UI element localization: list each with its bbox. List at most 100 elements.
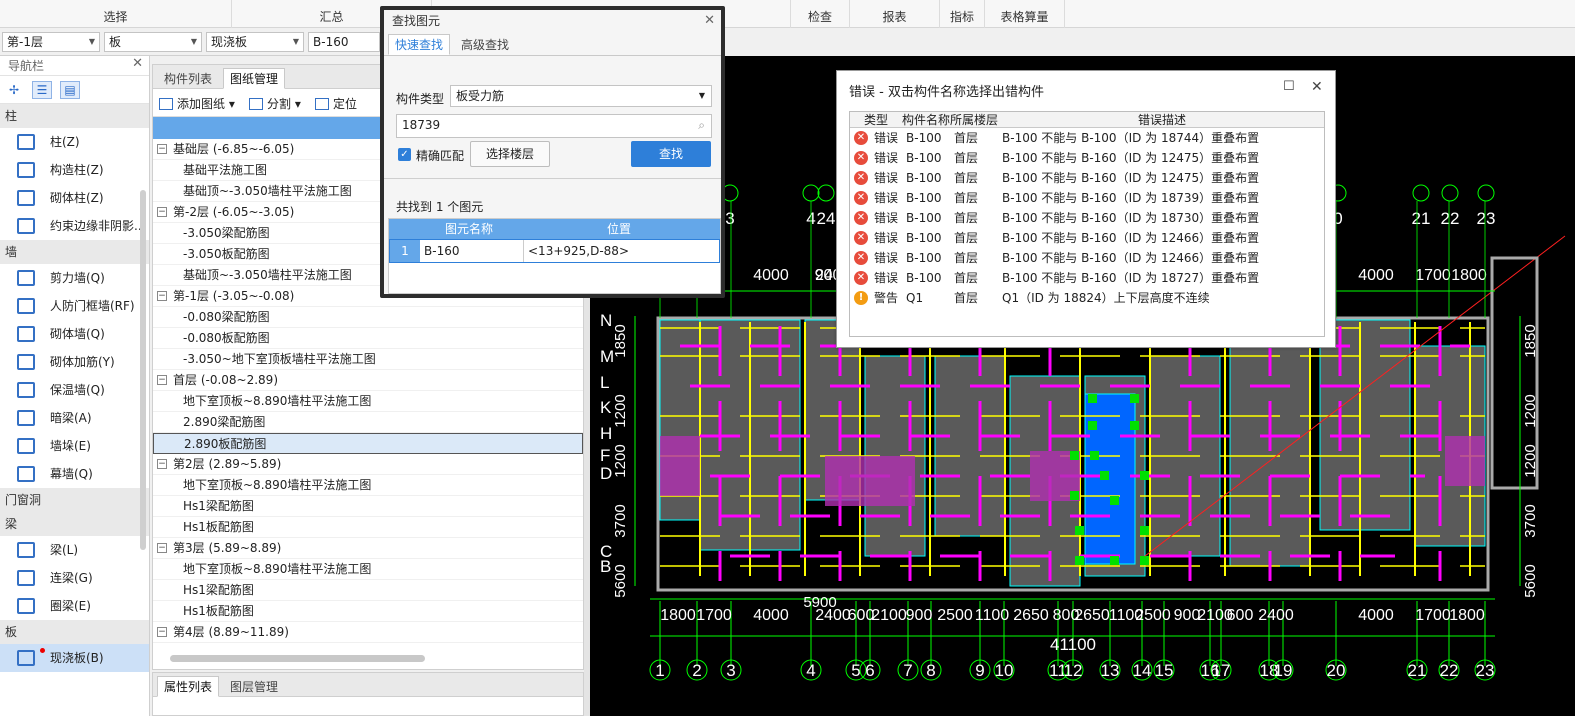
nav-item-curtain-wall[interactable]: 幕墙(Q) [0,460,149,488]
table-row[interactable]: 1 B-160 <13+925,D-88> [389,239,720,263]
nav-item-column[interactable]: 柱(Z) [0,128,149,156]
dimension-label: 2500 [1135,607,1171,624]
table-row[interactable]: ✕ 错误 B-100 首层 B-100 不能与 B-160（ID 为 12475）重叠布… [850,148,1324,168]
close-icon[interactable]: ✕ [1311,79,1323,95]
nav-scrollbar[interactable] [140,190,146,550]
name-select[interactable]: B-160 [308,32,380,52]
collapse-icon[interactable]: − [157,459,167,469]
tree-drawing-row[interactable]: 2.890梁配筋图 [153,412,583,433]
nav-item-edge-member[interactable]: 约束边缘非阴影... [0,212,149,240]
nav-category-beam[interactable]: 梁 [0,512,149,536]
nav-item-civil-defense-wall[interactable]: 人防门框墙(RF) [0,292,149,320]
ribbon-group-select[interactable]: 选择 [0,0,232,28]
tree-drawing-row[interactable]: 2.890板配筋图 [153,433,583,454]
search-input[interactable]: 18739 ⌕ [396,114,712,138]
nav-item-beam[interactable]: 梁(L) [0,536,149,564]
close-icon[interactable]: ✕ [704,10,715,32]
ribbon-group-index[interactable]: 指标 [940,0,985,28]
table-row[interactable]: ✕ 错误 B-100 首层 B-100 不能与 B-160（ID 为 18730）重叠布… [850,208,1324,228]
table-row[interactable]: ✕ 错误 B-100 首层 B-100 不能与 B-160（ID 为 12466）重叠布… [850,248,1324,268]
type-select[interactable]: 现浇板 ▼ [206,32,304,52]
collapse-icon[interactable]: − [157,543,167,553]
nav-item-masonry-column[interactable]: 砌体柱(Z) [0,184,149,212]
nav-item-cast-slab[interactable]: 现浇板(B) [0,644,149,672]
tree-drawing-row[interactable]: 地下室顶板~8.890墙柱平法施工图 [153,475,583,496]
tab-drawing-manager[interactable]: 图纸管理 [223,68,286,89]
collapse-icon[interactable]: − [157,144,167,154]
error-rows: ✕ 错误 B-100 首层 B-100 不能与 B-100（ID 为 18744）重叠布… [850,128,1324,308]
tree-drawing-row[interactable]: -3.050~地下室顶板墙柱平法施工图 [153,349,583,370]
tree-group-row[interactable]: − 第2层 (2.89~5.89) [153,454,583,475]
nav-item-hidden-beam[interactable]: 暗梁(A) [0,404,149,432]
row-axis-label: L [600,373,609,392]
nav-category-slab[interactable]: 板 [0,620,149,644]
table-row[interactable]: ✕ 错误 B-100 首层 B-100 不能与 B-100（ID 为 18744）重叠布… [850,128,1324,148]
split-button[interactable]: 分割 ▾ [249,95,301,112]
tree-group-row[interactable]: − 首层 (-0.08~2.89) [153,370,583,391]
dimension-label: 5600 [612,564,629,597]
tree-drawing-row[interactable]: -0.080板配筋图 [153,328,583,349]
tree-group-row[interactable]: − 第4层 (8.89~11.89) [153,622,583,643]
tab-advanced-find[interactable]: 高级查找 [454,34,516,55]
select-floor-button[interactable]: 选择楼层 [470,141,550,167]
nav-category-wall[interactable]: 墙 [0,240,149,264]
table-row[interactable]: ! 警告 Q1 首层 Q1（ID 为 18824）上下层高度不连续 [850,288,1324,308]
tree-row-label: -3.050板配筋图 [183,247,270,261]
tab-layer-manager[interactable]: 图层管理 [223,676,285,697]
tree-horizontal-scrollbar[interactable] [170,655,425,662]
pin-icon[interactable]: ✢ [4,81,24,99]
table-row[interactable]: ✕ 错误 B-100 首层 B-100 不能与 B-160（ID 为 12475）重叠布… [850,168,1324,188]
table-row[interactable]: ✕ 错误 B-100 首层 B-100 不能与 B-160（ID 为 18727）重叠布… [850,268,1324,288]
nav-item-ring-beam[interactable]: 圈梁(E) [0,592,149,620]
dimension-label: 5600 [1522,564,1539,597]
nav-item-constructional-column[interactable]: 构造柱(Z) [0,156,149,184]
close-icon[interactable]: ✕ [132,54,143,74]
detail-view-icon[interactable]: ▤ [60,81,80,99]
axis-label: 1 [655,661,664,680]
tree-group-row[interactable]: − 第3层 (5.89~8.89) [153,538,583,559]
split-icon [249,98,263,110]
slab-region [934,355,1006,537]
row-position: <13+925,D-88> [523,240,629,262]
tab-component-list[interactable]: 构件列表 [157,68,219,89]
nav-category-column[interactable]: 柱 [0,104,149,128]
find-button[interactable]: 查找 [631,141,711,167]
ribbon-group-report[interactable]: 报表 [850,0,940,28]
category-select[interactable]: 板 ▼ [104,32,202,52]
nav-category-door[interactable]: 门窗洞 [0,488,149,512]
table-row[interactable]: ✕ 错误 B-100 首层 B-100 不能与 B-160（ID 为 18739）重叠布… [850,188,1324,208]
dimension-label: 1200 [612,444,629,477]
collapse-icon[interactable]: − [157,375,167,385]
collapse-icon[interactable]: − [157,291,167,301]
tab-property-list[interactable]: 属性列表 [157,676,220,697]
floor-select[interactable]: 第-1层 ▼ [2,32,100,52]
tab-quick-find[interactable]: 快速查找 [388,34,451,55]
tree-drawing-row[interactable]: 地下室顶板~8.890墙柱平法施工图 [153,391,583,412]
nav-item-masonry-wall[interactable]: 砌体墙(Q) [0,320,149,348]
nav-item-masonry-rebar[interactable]: 砌体加筋(Y) [0,348,149,376]
collapse-icon[interactable]: − [157,207,167,217]
list-view-icon[interactable]: ☰ [32,81,52,99]
component-type-select[interactable]: 板受力筋 ▼ [450,85,712,107]
exact-match-checkbox[interactable]: ✓ [398,148,411,161]
table-row[interactable]: ✕ 错误 B-100 首层 B-100 不能与 B-160（ID 为 12466）重叠布… [850,228,1324,248]
tree-drawing-row[interactable]: Hs1板配筋图 [153,601,583,622]
tree-drawing-row[interactable]: 地下室顶板~8.890墙柱平法施工图 [153,559,583,580]
ribbon-group-table[interactable]: 表格算量 [985,0,1065,28]
tree-drawing-row[interactable]: Hs1梁配筋图 [153,580,583,601]
nav-item-shear-wall[interactable]: 剪力墙(Q) [0,264,149,292]
nav-item-wall-pier[interactable]: 墙垛(E) [0,432,149,460]
dimension-label: 1200 [1522,444,1539,477]
grip-point [1090,451,1099,460]
collapse-icon[interactable]: − [157,627,167,637]
nav-item-coupling-beam[interactable]: 连梁(G) [0,564,149,592]
locate-button[interactable]: 定位 [315,95,357,112]
error-floor: 首层 [954,131,979,145]
ribbon-group-check[interactable]: 检查 [790,0,850,28]
nav-item-insulation-wall[interactable]: 保温墙(Q) [0,376,149,404]
tree-drawing-row[interactable]: -0.080梁配筋图 [153,307,583,328]
maximize-icon[interactable]: ☐ [1283,79,1295,94]
tree-drawing-row[interactable]: Hs1板配筋图 [153,517,583,538]
add-drawing-button[interactable]: 添加图纸 ▾ [159,95,235,112]
tree-drawing-row[interactable]: Hs1梁配筋图 [153,496,583,517]
